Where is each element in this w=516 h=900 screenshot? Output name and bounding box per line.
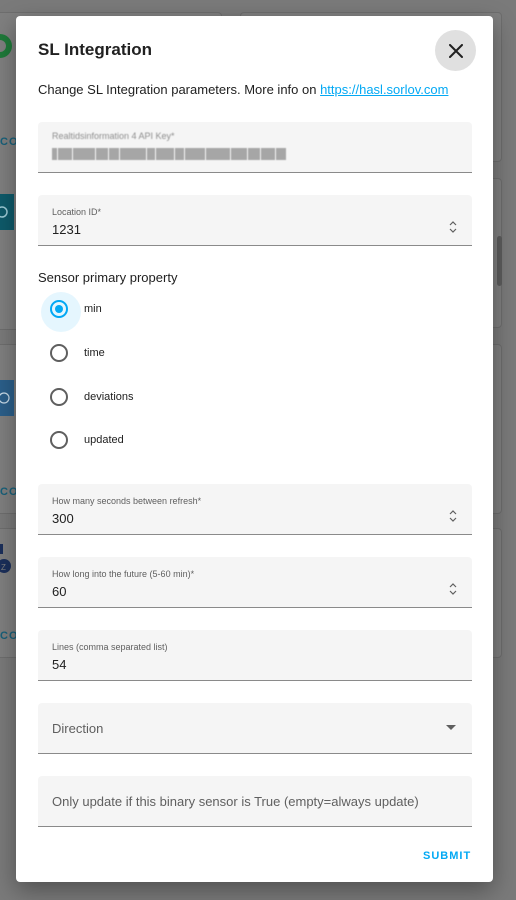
radio-label: updated <box>84 434 124 446</box>
future-minutes-label: How long into the future (5-60 min)* <box>52 569 195 579</box>
radio-button-checked[interactable] <box>41 292 81 332</box>
radio-button[interactable] <box>50 344 68 362</box>
radio-option-updated[interactable]: updated <box>50 430 124 450</box>
future-minutes-field[interactable]: How long into the future (5-60 min)* 60 <box>38 557 472 608</box>
location-id-label: Location ID* <box>52 207 102 217</box>
close-icon <box>448 43 463 58</box>
number-stepper-icon[interactable] <box>448 219 458 235</box>
lines-label: Lines (comma separated list) <box>52 642 168 652</box>
page-scrollbar[interactable] <box>497 236 502 286</box>
radio-label: deviations <box>84 391 134 403</box>
radio-label: time <box>84 347 105 359</box>
refresh-seconds-label: How many seconds between refresh* <box>52 496 202 506</box>
radio-option-deviations[interactable]: deviations <box>50 387 134 407</box>
submit-button[interactable]: SUBMIT <box>423 850 471 862</box>
binary-sensor-placeholder: Only update if this binary sensor is Tru… <box>52 794 419 809</box>
location-id-field[interactable]: Location ID* 1231 <box>38 195 472 246</box>
direction-label: Direction <box>52 721 104 736</box>
dropdown-arrow-icon <box>446 725 456 730</box>
location-id-value: 1231 <box>52 222 81 237</box>
api-key-value-redacted <box>52 148 286 160</box>
radio-option-time[interactable]: time <box>50 343 105 363</box>
description-text: Change SL Integration parameters. More i… <box>38 82 321 97</box>
refresh-seconds-value: 300 <box>52 511 74 526</box>
sensor-property-label: Sensor primary property <box>38 270 178 285</box>
number-stepper-icon[interactable] <box>448 508 458 524</box>
dialog-description: Change SL Integration parameters. More i… <box>38 82 448 97</box>
dialog-title: SL Integration <box>38 40 152 59</box>
number-stepper-icon[interactable] <box>448 581 458 597</box>
api-key-field[interactable]: Realtidsinformation 4 API Key* <box>38 122 472 173</box>
close-button[interactable] <box>435 30 476 71</box>
api-key-label: Realtidsinformation 4 API Key* <box>52 131 175 141</box>
info-link[interactable]: https://hasl.sorlov.com <box>320 82 448 97</box>
svg-text:Z: Z <box>1 563 6 572</box>
radio-label: min <box>84 303 102 315</box>
future-minutes-value: 60 <box>52 584 67 599</box>
binary-sensor-field[interactable]: Only update if this binary sensor is Tru… <box>38 776 472 827</box>
direction-select[interactable]: Direction <box>38 703 472 754</box>
sl-integration-dialog: SL Integration Change SL Integration par… <box>16 16 493 882</box>
refresh-seconds-field[interactable]: How many seconds between refresh* 300 <box>38 484 472 535</box>
integration-logo-icon <box>0 34 12 58</box>
integration-logo-icon: Z <box>0 544 11 573</box>
lines-field[interactable]: Lines (comma separated list) 54 <box>38 630 472 681</box>
lines-value: 54 <box>52 657 67 672</box>
radio-button[interactable] <box>50 431 68 449</box>
integration-logo-icon <box>0 194 14 230</box>
radio-option-min[interactable]: min <box>41 292 102 332</box>
radio-button[interactable] <box>50 388 68 406</box>
integration-logo-icon <box>0 380 14 416</box>
